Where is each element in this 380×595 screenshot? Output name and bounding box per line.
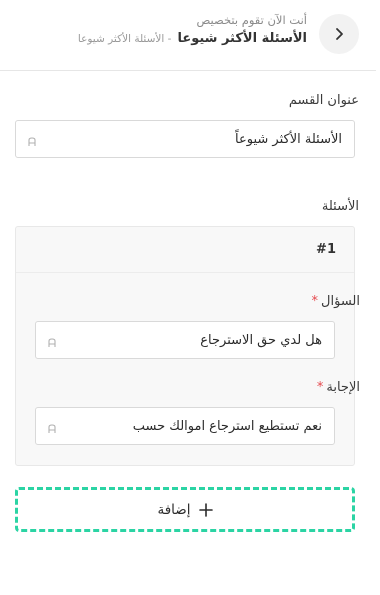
answer-input[interactable]: نعم تستطيع استرجاع اموالك حسب xyxy=(35,407,335,445)
question-field-label: السؤال* xyxy=(312,294,360,309)
question-input[interactable]: هل لدي حق الاسترجاع xyxy=(35,321,335,359)
add-question-button[interactable]: إضافة xyxy=(15,487,355,532)
answer-field-label: الإجابة* xyxy=(317,380,360,395)
question-label-text: السؤال xyxy=(321,294,360,309)
section-title-value: الأسئلة الأكثر شيوعاً xyxy=(235,131,342,147)
answer-value: نعم تستطيع استرجاع اموالك حسب xyxy=(132,418,322,434)
page-header: أنت الآن تقوم بتخصيص الأسئلة الأكثر شيوع… xyxy=(0,0,376,71)
breadcrumb: - الأسئلة الأكثر شيوعا xyxy=(77,33,172,45)
add-button-label: إضافة xyxy=(157,501,191,518)
header-title-row: الأسئلة الأكثر شيوعا - الأسئلة الأكثر شي… xyxy=(78,31,307,46)
section-title-label: عنوان القسم xyxy=(288,93,359,108)
section-title-input[interactable]: الأسئلة الأكثر شيوعاً xyxy=(15,120,355,158)
question-card-header: #1 xyxy=(16,227,354,273)
input-type-icon xyxy=(46,420,58,433)
questions-label: الأسئلة xyxy=(321,199,359,214)
required-mark: * xyxy=(316,380,324,395)
plus-icon xyxy=(198,502,213,517)
page-title: الأسئلة الأكثر شيوعا xyxy=(177,31,307,46)
header-text: أنت الآن تقوم بتخصيص الأسئلة الأكثر شيوع… xyxy=(78,12,307,46)
question-number: #1 xyxy=(316,242,336,257)
back-button[interactable] xyxy=(319,14,359,54)
header-subtitle: أنت الآن تقوم بتخصيص xyxy=(196,13,307,27)
answer-label-text: الإجابة xyxy=(326,380,360,395)
question-value: هل لدي حق الاسترجاع xyxy=(200,332,322,348)
required-mark: * xyxy=(311,294,319,309)
input-type-icon xyxy=(26,133,38,146)
chevron-right-icon xyxy=(336,28,343,40)
input-type-icon xyxy=(46,334,58,347)
